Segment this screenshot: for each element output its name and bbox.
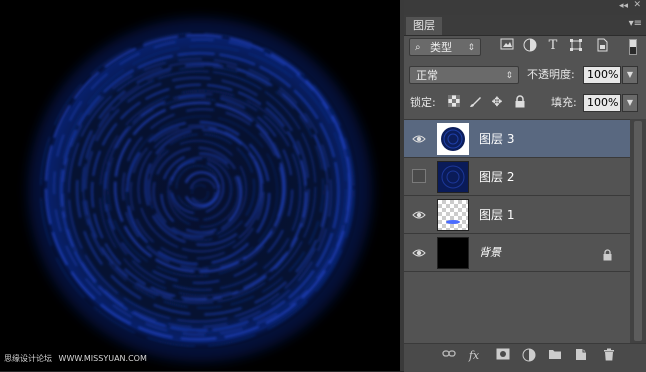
scrollbar-thumb[interactable] — [634, 121, 642, 341]
filter-kind-label: 类型 — [430, 41, 452, 54]
layer-thumbnail — [437, 237, 469, 269]
trash-icon[interactable] — [601, 348, 617, 364]
layer-name[interactable]: 图层 3 — [479, 130, 514, 147]
layers-panel: ◂◂ ✕ 图层 ▾≡ ⌕ 类型 ⇕ T 正常 ⇕ 不透明度: 100% ▼ 锁定… — [404, 0, 646, 372]
fx-icon[interactable]: fx — [466, 348, 482, 364]
lock-label: 锁定: — [410, 96, 436, 109]
lock-icon — [602, 246, 613, 261]
visibility-eye-icon[interactable] — [412, 245, 426, 259]
fill-dropdown-button[interactable]: ▼ — [622, 94, 638, 112]
updown-arrow-icon: ⇕ — [467, 43, 475, 53]
shape-filter-icon[interactable] — [568, 38, 584, 54]
smart-object-filter-icon[interactable] — [594, 38, 610, 54]
lock-brush-icon[interactable] — [467, 95, 483, 111]
adjustment-icon[interactable] — [521, 348, 537, 364]
close-panel-icon[interactable]: ✕ — [633, 0, 641, 10]
layer-thumbnail — [437, 161, 469, 193]
link-icon[interactable] — [441, 348, 457, 364]
type-filter-icon[interactable]: T — [545, 38, 561, 54]
blend-mode-value: 正常 — [416, 69, 438, 82]
layer-row-3[interactable]: 图层 3 — [404, 120, 630, 158]
filter-toggle-switch[interactable] — [629, 39, 637, 55]
opacity-input[interactable]: 100% — [583, 66, 621, 84]
adjustment-filter-icon[interactable] — [522, 38, 538, 54]
layer-row-2[interactable]: 图层 2 — [404, 158, 630, 196]
document-canvas[interactable]: 思缘设计论坛 WWW.MISSYUAN.COM — [0, 0, 400, 371]
layers-list: 图层 3 图层 2 图层 1 背景 — [404, 119, 630, 344]
watermark: 思缘设计论坛 WWW.MISSYUAN.COM — [4, 352, 151, 366]
updown-arrow-icon: ⇕ — [505, 71, 513, 81]
layer-row-1[interactable]: 图层 1 — [404, 196, 630, 234]
fill-label: 填充: — [551, 96, 577, 109]
visibility-eye-icon[interactable] — [412, 207, 426, 221]
spiral-artwork — [28, 18, 372, 362]
opacity-label: 不透明度: — [527, 68, 575, 81]
double-chevron-icon[interactable]: ◂◂ — [619, 1, 628, 11]
panel-header-strip: ◂◂ ✕ — [404, 0, 646, 15]
fill-input[interactable]: 100% — [583, 94, 621, 112]
layer-row-background[interactable]: 背景 — [404, 234, 630, 272]
watermark-url: WWW.MISSYUAN.COM — [58, 354, 147, 363]
mask-icon[interactable] — [495, 348, 511, 364]
visibility-eye-icon[interactable] — [412, 131, 426, 145]
blend-mode-select[interactable]: 正常 ⇕ — [409, 66, 519, 84]
lock-move-icon[interactable]: ✥ — [489, 95, 505, 111]
visibility-toggle-off[interactable] — [412, 169, 426, 183]
lock-transparent-icon[interactable] — [446, 95, 462, 111]
layer-name[interactable]: 背景 — [479, 244, 501, 260]
search-icon: ⌕ — [415, 42, 421, 53]
opacity-dropdown-button[interactable]: ▼ — [622, 66, 638, 84]
watermark-site-name: 思缘设计论坛 — [4, 354, 52, 363]
layers-scrollbar[interactable] — [630, 119, 646, 343]
image-filter-icon[interactable] — [499, 38, 515, 54]
filter-kind-select[interactable]: ⌕ 类型 ⇕ — [409, 38, 481, 56]
panel-menu-icon[interactable]: ▾≡ — [629, 18, 642, 29]
new-layer-icon[interactable] — [573, 348, 589, 364]
layer-thumbnail — [437, 199, 469, 231]
panel-bottom-toolbar: fx — [404, 343, 646, 372]
layer-name[interactable]: 图层 2 — [479, 168, 514, 185]
folder-icon[interactable] — [547, 348, 563, 364]
lock-all-icon[interactable] — [512, 95, 528, 111]
tab-layers[interactable]: 图层 — [406, 17, 442, 35]
layer-thumbnail — [437, 123, 469, 155]
panel-tab-bar: 图层 ▾≡ — [404, 15, 646, 36]
layer-name[interactable]: 图层 1 — [479, 206, 514, 223]
